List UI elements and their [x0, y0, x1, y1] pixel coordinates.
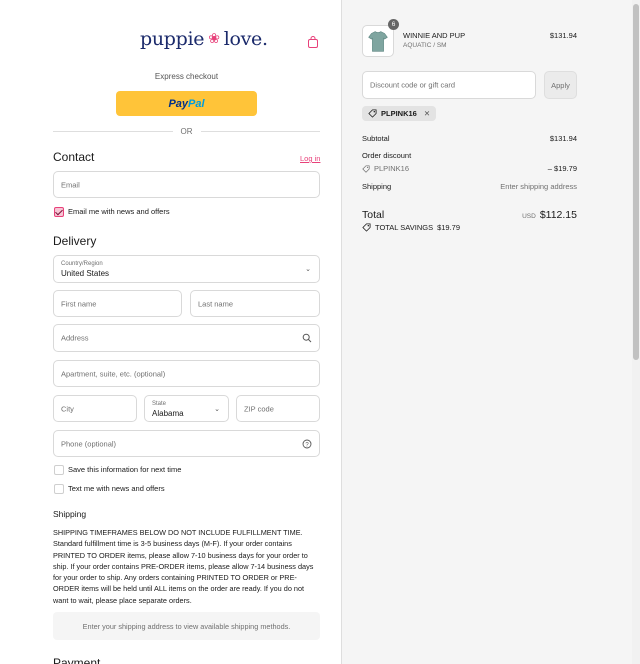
chevron-down-icon: ⌄: [214, 405, 220, 413]
shipping-row: Shipping Enter shipping address: [362, 182, 577, 191]
logo-word-1: puppie: [140, 28, 205, 50]
chevron-down-icon: ⌄: [305, 266, 311, 273]
page-scrollbar[interactable]: [632, 0, 640, 664]
shipping-methods-placeholder: Enter your shipping address to view avai…: [53, 612, 320, 640]
email-field[interactable]: Email: [53, 171, 320, 198]
subtotal-row: Subtotal $131.94: [362, 134, 577, 143]
discount-detail-row: PLPINK16 – $19.79: [362, 164, 577, 173]
save-info-checkbox[interactable]: [54, 465, 64, 475]
apply-button[interactable]: Apply: [544, 71, 577, 99]
or-divider: OR: [53, 126, 320, 136]
phone-field[interactable]: Phone (optional) ?: [53, 430, 320, 457]
payment-heading: Payment: [53, 656, 101, 664]
city-field[interactable]: City: [53, 395, 137, 422]
logo-word-2: love.: [223, 28, 268, 50]
order-discount-row: Order discount: [362, 151, 412, 160]
shipping-notice: SHIPPING TIMEFRAMES BELOW DO NOT INCLUDE…: [53, 528, 314, 605]
search-icon: [302, 333, 312, 343]
order-summary-panel: [341, 0, 640, 664]
store-logo[interactable]: puppie ❀ love.: [140, 28, 268, 50]
discount-code-input[interactable]: Discount code or gift card: [362, 71, 536, 99]
currency-code: USD: [522, 213, 536, 220]
delivery-heading: Delivery: [53, 234, 97, 248]
first-name-field[interactable]: First name: [53, 290, 182, 317]
help-icon[interactable]: ?: [302, 439, 312, 449]
contact-heading: Contact: [53, 150, 95, 164]
checkout-form-panel: puppie ❀ love. Express checkout Pay Pal O…: [0, 0, 341, 664]
text-me-label: Text me with news and offers: [68, 484, 165, 493]
discount-amount: – $19.79: [547, 164, 577, 173]
country-select[interactable]: Country/Region United States ⌄: [53, 255, 320, 283]
product-variant: AQUATIC / SM: [403, 42, 447, 49]
save-info-label: Save this information for next time: [68, 465, 182, 474]
product-price: $131.94: [549, 31, 577, 40]
applied-discount-code: PLPINK16: [381, 109, 417, 118]
email-news-label: Email me with news and offers: [68, 207, 170, 216]
text-me-checkbox[interactable]: [54, 484, 64, 494]
email-news-checkbox[interactable]: [54, 207, 64, 217]
apartment-field[interactable]: Apartment, suite, etc. (optional): [53, 360, 320, 387]
tag-icon: [362, 164, 370, 173]
remove-discount-icon[interactable]: ✕: [424, 109, 430, 118]
product-name: WINNIE AND PUP: [403, 31, 466, 40]
total-savings: TOTAL SAVINGS $19.79: [362, 223, 460, 232]
scrollbar-thumb[interactable]: [633, 4, 639, 360]
express-checkout-label: Express checkout: [154, 72, 219, 81]
tag-icon: [368, 109, 377, 118]
login-link[interactable]: Log in: [300, 154, 320, 163]
address-field[interactable]: Address: [53, 324, 320, 352]
zip-field[interactable]: ZIP code: [236, 395, 320, 422]
subtotal-value: $131.94: [549, 134, 577, 143]
shipping-heading: Shipping: [53, 509, 87, 519]
product-thumbnail: [362, 25, 394, 57]
savings-value: $19.79: [437, 223, 461, 232]
tag-icon: [362, 223, 371, 232]
applied-discount-chip: PLPINK16 ✕: [362, 106, 437, 121]
shopping-bag-icon[interactable]: [307, 36, 319, 48]
last-name-field[interactable]: Last name: [190, 290, 320, 317]
paw-icon: ❀: [208, 31, 220, 47]
total-value: $112.15: [539, 209, 577, 221]
paypal-button[interactable]: Pay Pal: [116, 91, 257, 116]
shipping-value: Enter shipping address: [500, 182, 577, 191]
total-row: Total USD $112.15: [362, 209, 577, 221]
state-select[interactable]: State Alabama ⌄: [144, 395, 229, 422]
quantity-badge: 6: [388, 19, 399, 30]
